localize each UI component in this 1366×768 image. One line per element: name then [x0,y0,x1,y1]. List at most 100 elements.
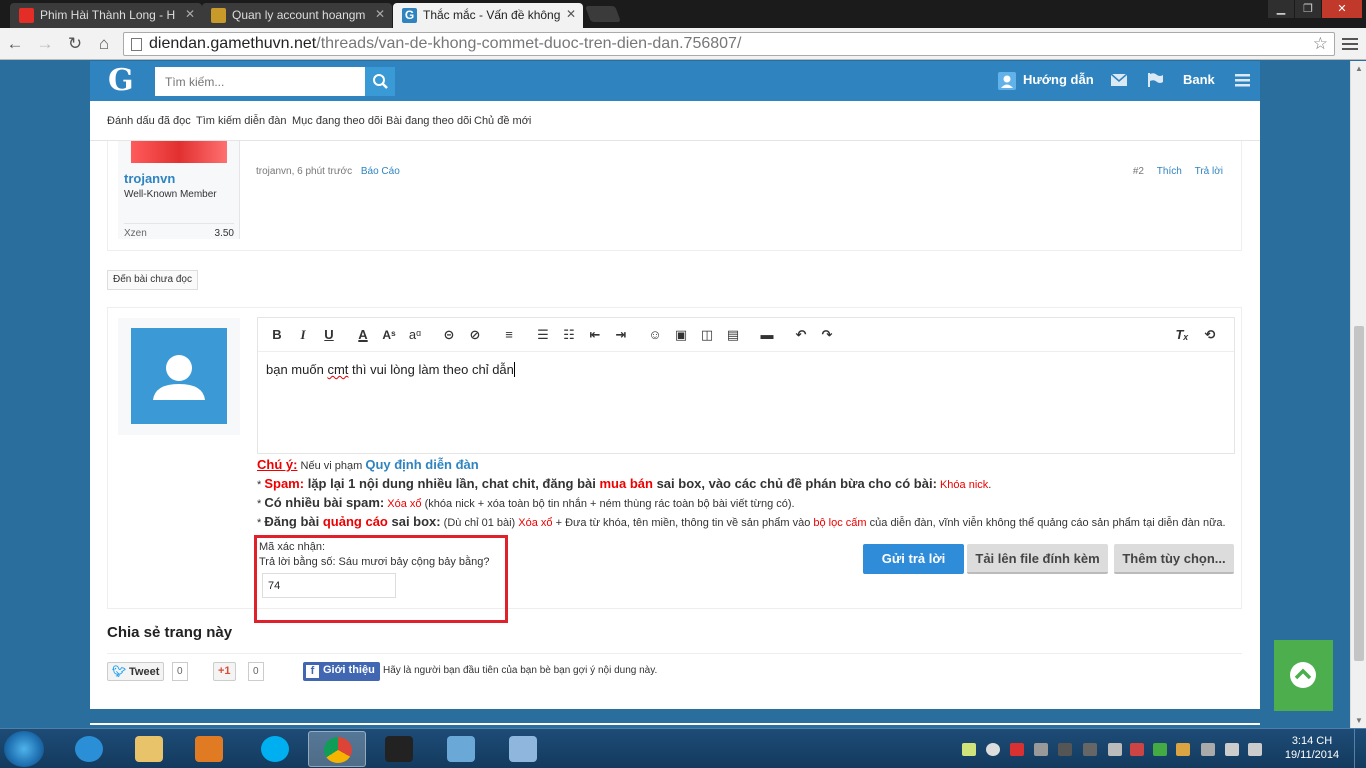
tray-icon-9[interactable] [1153,743,1167,756]
search-button[interactable] [365,67,395,96]
scroll-up-icon[interactable]: ▲ [1355,64,1363,73]
insert-icon[interactable]: ▤ [725,327,741,343]
new-threads-link[interactable]: Chủ đề mới [474,115,531,127]
forward-arrow-icon[interactable]: → [34,33,56,55]
hamburger-menu-icon[interactable] [1235,72,1251,91]
image-icon[interactable]: ▣ [673,327,689,343]
tray-icon-10[interactable] [1176,743,1190,756]
tray-icon-6[interactable] [1083,743,1097,756]
link-icon[interactable]: ⊝ [441,327,457,343]
tray-icon-5[interactable] [1058,743,1072,756]
mail-icon[interactable] [1110,72,1128,91]
close-window-button[interactable]: ✕ [1322,0,1362,18]
taskbar-ie[interactable] [60,731,118,767]
avatar[interactable] [131,141,227,163]
scrollbar-thumb[interactable] [1354,326,1364,661]
browser-tab-forum[interactable]: G Thắc mắc - Vấn đề không ✕ [393,3,583,28]
page-scrollbar[interactable]: ▲ ▼ [1350,61,1366,728]
indent-icon[interactable]: ⇥ [613,327,629,343]
unlink-icon[interactable]: ⊘ [467,327,483,343]
bluetooth-icon[interactable] [1108,743,1122,756]
captcha-answer-input[interactable] [262,573,396,598]
mark-read-link[interactable]: Đánh dấu đã đọc [107,115,191,127]
volume-icon[interactable] [1248,743,1262,756]
underline-icon[interactable]: U [321,327,337,343]
smiley-icon[interactable]: ☺ [647,327,663,343]
rule-text: của diễn đàn, vĩnh viễn không thể quảng … [866,517,1226,529]
site-logo[interactable]: G [108,63,134,98]
report-link[interactable]: Báo Cáo [361,166,400,177]
tray-icon-4[interactable] [1034,743,1048,756]
redo-icon[interactable]: ↷ [819,327,835,343]
gplus-button[interactable]: +1 [213,662,236,681]
system-clock[interactable]: 3:14 CH 19/11/2014 [1272,734,1352,762]
tray-icon-8[interactable] [1130,743,1144,756]
reload-icon[interactable]: ↻ [64,33,86,55]
bullet-list-icon[interactable]: ☰ [535,327,551,343]
facebook-like-button[interactable]: f Giới thiệu [303,662,380,681]
remove-format-icon[interactable]: Tₓ [1174,327,1190,343]
taskbar-photo[interactable] [432,731,490,767]
bookmark-star-icon[interactable]: ☆ [1313,33,1328,55]
font-size-icon[interactable]: Aˢ [381,327,397,343]
flag-icon[interactable] [1146,72,1164,91]
taskbar-media[interactable] [180,731,238,767]
tweet-button[interactable]: 🐦︎ Tweet [107,662,165,681]
font-family-icon[interactable]: aᵅ [407,327,423,343]
tray-icon-1[interactable] [962,743,976,756]
more-options-button[interactable]: Thêm tùy chọn... [1114,544,1234,574]
outdent-icon[interactable]: ⇤ [587,327,603,343]
close-tab-icon[interactable]: ✕ [566,7,576,21]
address-bar[interactable]: diendan.gamethuvn.net/threads/van-de-kho… [123,32,1335,56]
action-center-icon[interactable] [1201,743,1215,756]
taskbar-mu[interactable] [370,731,428,767]
post-number[interactable]: #2 [1133,166,1144,177]
italic-icon[interactable]: I [295,327,311,343]
browser-tab-account[interactable]: Quan ly account hoangm ✕ [202,3,392,28]
close-tab-icon[interactable]: ✕ [375,7,385,21]
close-tab-icon[interactable]: ✕ [185,7,195,21]
go-to-unread-button[interactable]: Đến bài chưa đọc [107,270,198,290]
numbered-list-icon[interactable]: ☷ [561,327,577,343]
post-username[interactable]: trojanvn [124,171,175,186]
toggle-bbcode-icon[interactable]: ⟲ [1202,327,1218,343]
tray-icon-2[interactable] [986,743,1000,756]
back-arrow-icon[interactable]: ← [4,33,26,55]
home-icon[interactable]: ⌂ [93,33,115,55]
save-draft-icon[interactable]: ▬ [759,327,775,343]
start-button[interactable] [4,731,44,767]
tray-antivirus-icon[interactable] [1010,743,1024,756]
media-icon[interactable]: ◫ [699,327,715,343]
new-tab-button[interactable] [585,6,621,22]
reply-link[interactable]: Trả lời [1195,166,1223,177]
taskbar-explorer[interactable] [120,731,178,767]
forum-subnav: Đánh dấu đã đọc Tìm kiếm diễn đàn Mục đa… [90,101,1260,141]
taskbar-skype[interactable] [246,731,304,767]
network-icon[interactable] [1225,743,1239,756]
taskbar-paint[interactable] [494,731,552,767]
upload-attachment-button[interactable]: Tải lên file đính kèm [967,544,1108,574]
bold-icon[interactable]: B [269,327,285,343]
like-link[interactable]: Thích [1157,166,1182,177]
maximize-button[interactable]: ❐ [1295,0,1321,18]
scroll-down-icon[interactable]: ▼ [1355,716,1363,725]
taskbar-chrome[interactable] [308,731,366,767]
submit-reply-button[interactable]: Gửi trả lời [863,544,964,574]
undo-icon[interactable]: ↶ [793,327,809,343]
show-desktop-button[interactable] [1354,729,1366,768]
watched-posts-link[interactable]: Bài đang theo dõi [386,115,472,127]
align-icon[interactable]: ≡ [501,327,517,343]
chrome-menu-icon[interactable] [1342,35,1358,53]
search-input[interactable] [155,67,365,96]
watched-threads-link[interactable]: Mục đang theo dõi [292,115,383,127]
guide-link[interactable]: Hướng dẫn [1023,72,1094,87]
search-forum-link[interactable]: Tìm kiếm diễn đàn [196,115,286,127]
back-to-top-button[interactable] [1274,640,1333,711]
editor-textarea[interactable]: bạn muốn cmt thì vui lòng làm theo chỉ d… [266,362,515,377]
minimize-button[interactable]: ▁ [1268,0,1294,18]
bank-link[interactable]: Bank [1183,72,1215,87]
rules-link[interactable]: Quy định diễn đàn [365,457,478,472]
text-color-icon[interactable]: A [355,327,371,343]
browser-tab-youtube[interactable]: Phim Hài Thành Long - H ✕ [10,3,202,28]
editor-text: bạn muốn [266,362,328,377]
